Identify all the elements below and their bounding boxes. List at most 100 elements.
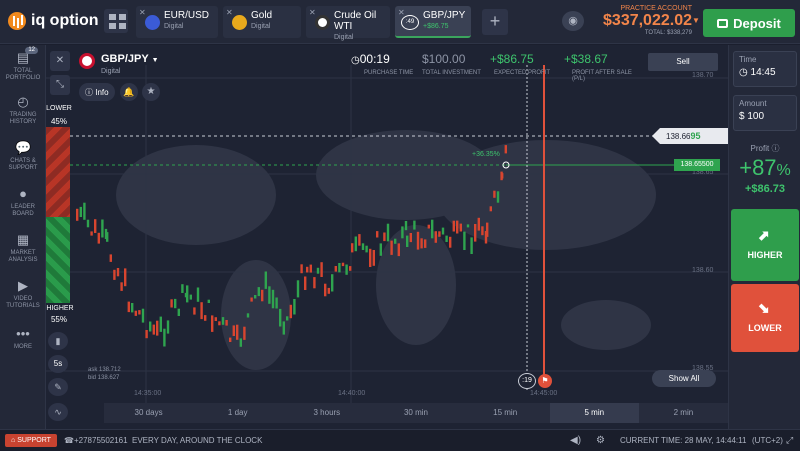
footer: ⌂ SUPPORT ☎+27875502161 EVERY DAY, AROUN… bbox=[0, 429, 800, 451]
close-icon[interactable]: ✕ bbox=[309, 8, 316, 17]
star-icon[interactable]: ★ bbox=[142, 83, 160, 101]
candle bbox=[94, 219, 97, 233]
time-tick: 14:45:00 bbox=[530, 390, 558, 397]
lower-label: LOWER bbox=[748, 323, 782, 333]
candle bbox=[427, 224, 430, 229]
account-balance[interactable]: PRACTICE ACCOUNT $337,022.02 TOTAL: $338… bbox=[590, 5, 692, 36]
collapse-icon[interactable]: ⤡ bbox=[50, 75, 70, 95]
lower-button[interactable]: ⬊ LOWER bbox=[731, 284, 799, 352]
higher-sentiment-bar bbox=[46, 217, 70, 303]
candle bbox=[76, 208, 79, 221]
sell-button[interactable]: Sell bbox=[648, 53, 718, 71]
candle bbox=[463, 231, 466, 250]
draw-icon[interactable]: ✎ bbox=[48, 378, 68, 396]
candle bbox=[345, 264, 348, 275]
candle bbox=[296, 280, 300, 298]
candle bbox=[441, 227, 445, 235]
timeframe-5-min[interactable]: 5 min bbox=[549, 403, 639, 423]
chart-area[interactable]: ✕ ⤡ GBP/JPY ▼ Digital ⓘ Info 🔔 ★ ◷00:19 … bbox=[46, 45, 728, 429]
close-chart-button[interactable]: ✕ bbox=[50, 51, 70, 71]
candle bbox=[431, 219, 434, 239]
candle bbox=[239, 338, 242, 347]
close-icon[interactable]: ✕ bbox=[226, 8, 233, 17]
candle bbox=[365, 245, 368, 253]
candle-timeframe-button[interactable]: 5s bbox=[48, 355, 68, 373]
candle bbox=[131, 303, 134, 313]
timeframe-15-min[interactable]: 15 min bbox=[461, 403, 550, 423]
deposit-button[interactable]: Deposit bbox=[703, 9, 795, 37]
higher-button[interactable]: ⬈ HIGHER bbox=[731, 209, 799, 281]
candle bbox=[181, 284, 184, 293]
help-icon[interactable]: ⓘ bbox=[771, 144, 779, 153]
expected-profit-label: EXPECTED PROFIT bbox=[494, 70, 551, 76]
current-time: CURRENT TIME: 28 MAY, 14:44:11 bbox=[620, 436, 747, 445]
time-tick: 14:35:00 bbox=[134, 390, 162, 397]
candle bbox=[275, 297, 278, 309]
candle bbox=[289, 304, 292, 319]
camera-icon[interactable]: ◉ bbox=[562, 11, 584, 31]
candle bbox=[349, 266, 352, 271]
bell-icon[interactable]: 🔔 bbox=[120, 83, 138, 101]
support-icon: ⌂ bbox=[11, 437, 16, 444]
chart-type-icon[interactable]: ▮ bbox=[48, 332, 68, 350]
candle bbox=[420, 238, 423, 249]
info-button[interactable]: ⓘ Info bbox=[79, 83, 115, 101]
candle bbox=[101, 219, 104, 238]
volume-icon[interactable]: ◀) bbox=[570, 435, 581, 446]
sidebar-item-video[interactable]: ▶ VIDEO TUTORIALS bbox=[0, 279, 46, 310]
flag-icon bbox=[145, 15, 160, 30]
price-tick: 138.70 bbox=[692, 72, 714, 79]
support-button[interactable]: ⌂ SUPPORT bbox=[5, 434, 57, 447]
left-sidebar: 12 ▤ TOTAL PORTFOLIO ◴ TRADING HISTORY 💬… bbox=[0, 45, 46, 429]
sidebar-item-history[interactable]: ◴ TRADING HISTORY bbox=[0, 95, 46, 126]
timeframe-bar: 30 days 1 day 3 hours 30 min 15 min 5 mi… bbox=[104, 403, 728, 423]
timeframe-3-hours[interactable]: 3 hours bbox=[282, 403, 371, 423]
settings-icon[interactable]: ⚙ bbox=[596, 435, 605, 446]
candle bbox=[361, 243, 365, 250]
logo[interactable]: iq option bbox=[8, 12, 99, 30]
tab-crude-oil[interactable]: ✕ Crude Oil WTI Digital bbox=[306, 6, 390, 41]
show-all-button[interactable]: Show All bbox=[652, 370, 716, 387]
candle bbox=[481, 226, 484, 236]
amount-label: Amount bbox=[739, 99, 767, 108]
sidebar-item-portfolio[interactable]: 12 ▤ TOTAL PORTFOLIO bbox=[0, 47, 46, 82]
fullscreen-icon[interactable]: ⤢ bbox=[786, 435, 793, 446]
sidebar-item-more[interactable]: ••• MORE bbox=[0, 327, 46, 351]
candle bbox=[218, 321, 221, 326]
chevron-down-icon[interactable]: ▼ bbox=[692, 16, 700, 25]
candle bbox=[338, 263, 341, 273]
sidebar-item-chats[interactable]: 💬 CHATS & SUPPORT bbox=[0, 141, 46, 172]
candle bbox=[271, 289, 275, 309]
asset-selector[interactable]: GBP/JPY ▼ bbox=[101, 53, 159, 65]
close-icon[interactable]: ✕ bbox=[139, 8, 146, 17]
phone-number[interactable]: ☎+27875502161 bbox=[64, 436, 128, 445]
tab-gold[interactable]: ✕ Gold Digital bbox=[223, 6, 301, 38]
candle bbox=[200, 302, 203, 320]
candle bbox=[309, 264, 312, 273]
tab-sub: +$86.75 bbox=[423, 23, 449, 30]
candle bbox=[438, 231, 441, 237]
news-icon: ▦ bbox=[16, 232, 30, 247]
assets-grid-button[interactable] bbox=[104, 9, 128, 33]
timeframe-30-days[interactable]: 30 days bbox=[104, 403, 193, 423]
candle bbox=[434, 231, 437, 243]
timeframe-1-day[interactable]: 1 day bbox=[193, 403, 282, 423]
candle bbox=[470, 237, 473, 254]
amount-input[interactable]: Amount $ 100 bbox=[733, 95, 797, 131]
sidebar-item-market[interactable]: ▦ MARKET ANALYSIS bbox=[0, 233, 46, 264]
price-chart[interactable] bbox=[46, 45, 728, 429]
profit-label: Profit ⓘ bbox=[750, 144, 780, 153]
candle bbox=[138, 310, 141, 315]
candle bbox=[449, 236, 452, 248]
top-bar: iq option ✕ EUR/USD Digital ✕ Gold Digit… bbox=[0, 0, 800, 44]
timeframe-30-min[interactable]: 30 min bbox=[371, 403, 460, 423]
time-selector[interactable]: Time ◷ 14:45 bbox=[733, 51, 797, 87]
tab-eurusd[interactable]: ✕ EUR/USD Digital bbox=[136, 6, 218, 38]
indicators-icon[interactable]: ∿ bbox=[48, 403, 68, 421]
timeframe-2-min[interactable]: 2 min bbox=[639, 403, 728, 423]
add-tab-button[interactable]: + bbox=[482, 9, 508, 35]
sidebar-item-leaderboard[interactable]: ● LEADER BOARD bbox=[0, 187, 46, 218]
tab-gbpjpy[interactable]: ✕ :49 GBP/JPY +$86.75 bbox=[395, 6, 471, 38]
candle bbox=[406, 235, 409, 247]
candle bbox=[163, 328, 166, 347]
